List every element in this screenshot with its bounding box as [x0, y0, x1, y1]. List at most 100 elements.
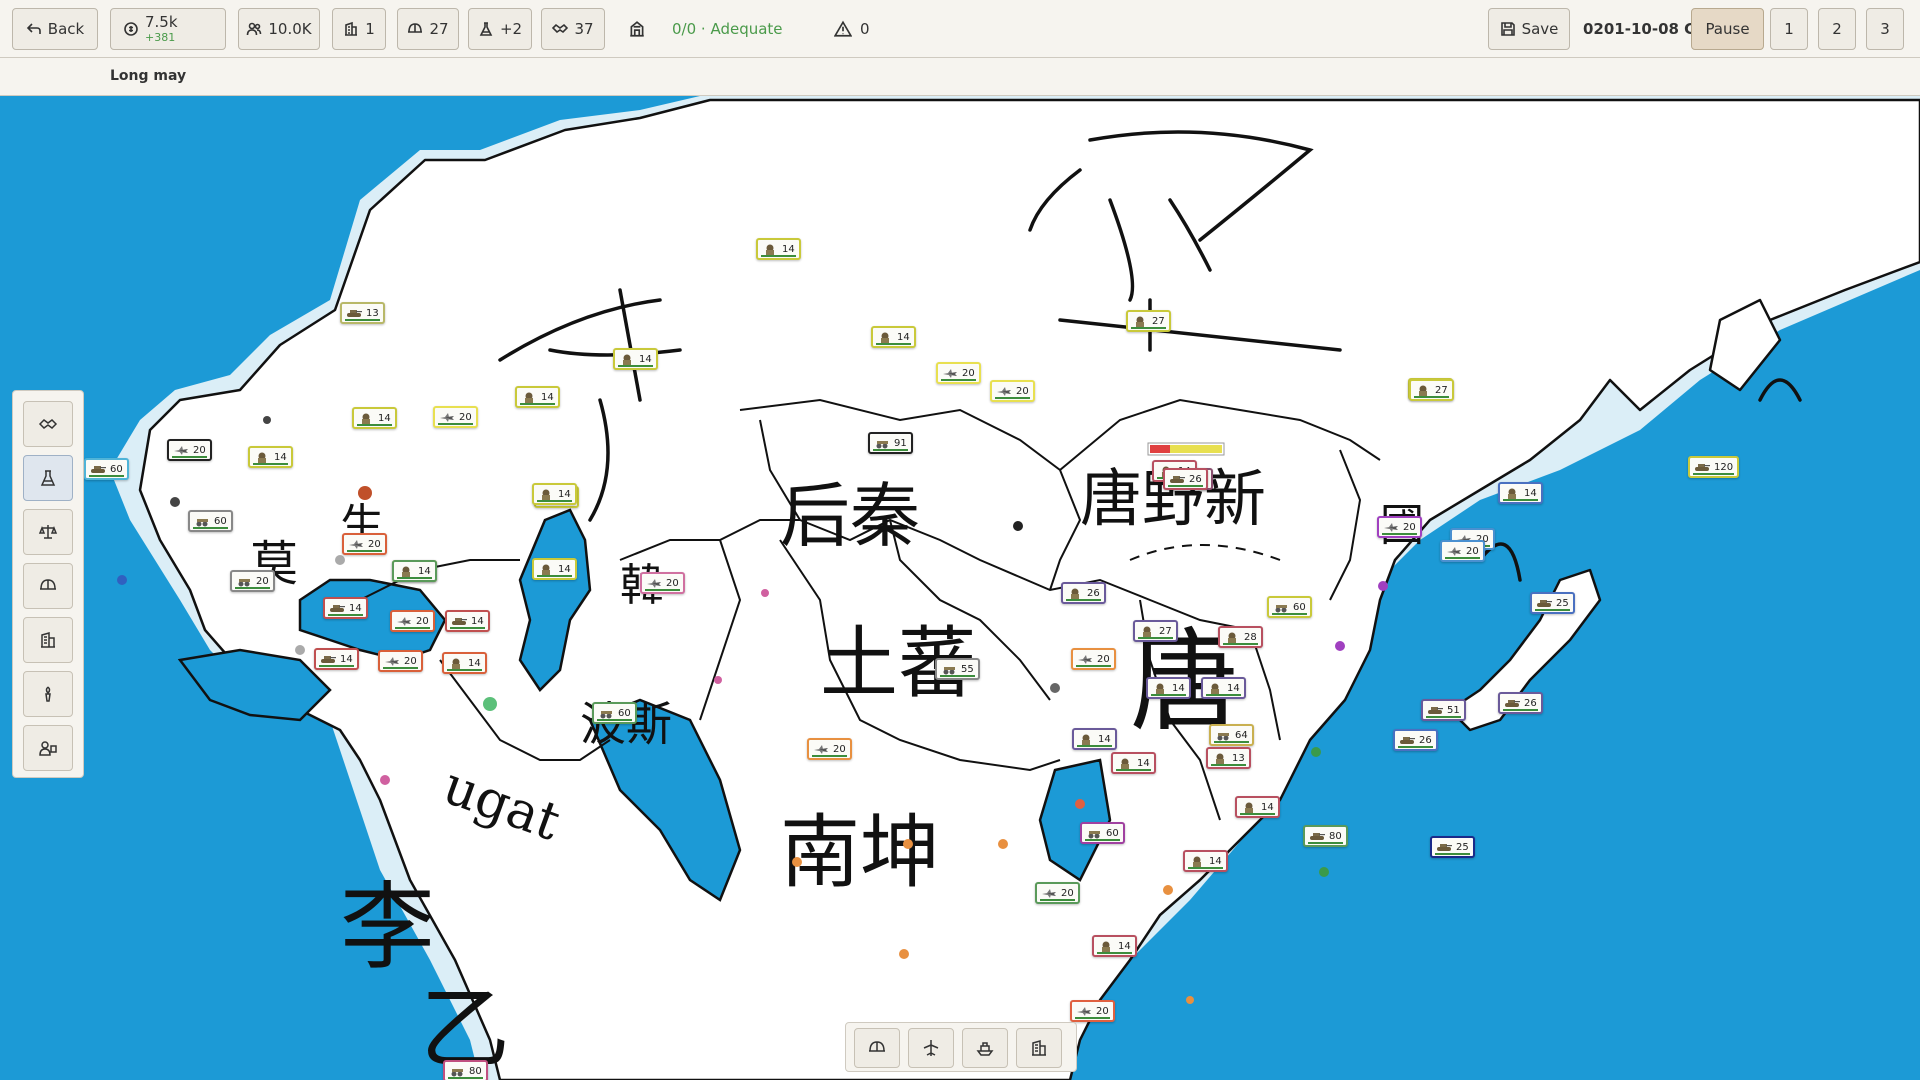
unit-marker-inf[interactable]: 27 [1409, 379, 1454, 401]
money-stat[interactable]: 7.5k +381 [110, 8, 226, 50]
unit-marker-tank[interactable]: 26 [1163, 468, 1208, 490]
pause-button[interactable]: Pause [1691, 8, 1764, 50]
inf-unit-icon [1152, 683, 1168, 694]
unit-marker-art[interactable]: 91 [868, 432, 913, 454]
unit-marker-plane[interactable]: 20 [342, 533, 387, 555]
unit-marker-tank[interactable]: 14 [323, 597, 368, 619]
unit-marker-inf[interactable]: 14 [1183, 850, 1228, 872]
unit-marker-inf[interactable]: 14 [352, 407, 397, 429]
unit-health-bar [1066, 599, 1101, 601]
unit-marker-inf[interactable]: 14 [756, 238, 801, 260]
research-button[interactable] [23, 455, 73, 501]
save-button[interactable]: Save [1488, 8, 1570, 50]
unit-health-bar [537, 500, 572, 502]
unit-marker-art[interactable]: 20 [230, 570, 275, 592]
unit-strength: 13 [366, 307, 379, 319]
unit-marker-inf[interactable]: 14 [515, 386, 560, 408]
speed-2-button[interactable]: 2 [1818, 8, 1856, 50]
unit-marker-art[interactable]: 55 [935, 658, 980, 680]
trade-button[interactable] [23, 509, 73, 555]
unit-marker-inf[interactable]: 14 [613, 348, 658, 370]
unit-marker-tank[interactable]: 13 [340, 302, 385, 324]
unit-marker-art[interactable]: 60 [1080, 822, 1125, 844]
military-button[interactable] [23, 563, 73, 609]
speed-3-button[interactable]: 3 [1866, 8, 1904, 50]
unit-marker-art[interactable]: 80 [443, 1060, 488, 1080]
unit-marker-tank[interactable]: 51 [1421, 699, 1466, 721]
unit-marker-inf[interactable]: 13 [1206, 747, 1251, 769]
unit-health-bar [1097, 952, 1132, 954]
unit-marker-inf[interactable]: 14 [442, 652, 487, 674]
unit-marker-tank[interactable]: 26 [1393, 729, 1438, 751]
unit-marker-plane[interactable]: 20 [378, 650, 423, 672]
culture-button[interactable] [23, 671, 73, 717]
unit-marker-inf[interactable]: 14 [1072, 728, 1117, 750]
buildings-button[interactable] [23, 617, 73, 663]
unit-strength: 20 [368, 538, 381, 550]
unit-marker-plane[interactable]: 20 [1377, 516, 1422, 538]
unit-marker-inf[interactable]: 26 [1061, 582, 1106, 604]
buildings-stat[interactable]: 1 [332, 8, 386, 50]
helmet-icon [869, 1041, 885, 1052]
unit-marker-plane[interactable]: 20 [1071, 648, 1116, 670]
unit-marker-inf[interactable]: 14 [1498, 482, 1543, 504]
unit-marker-art[interactable]: 60 [592, 702, 637, 724]
unit-marker-plane[interactable]: 20 [807, 738, 852, 760]
unit-strength: 25 [1556, 597, 1569, 609]
unit-marker-tank[interactable]: 80 [1303, 825, 1348, 847]
unit-health-bar [1445, 557, 1480, 559]
unit-marker-inf[interactable]: 27 [1133, 620, 1178, 642]
unit-marker-tank[interactable]: 14 [314, 648, 359, 670]
map-canvas[interactable]: 后秦 唐野新 土蕃 南坤 唐 李 乙 ugat 波斯 韓 國 生 莫 [0, 96, 1920, 1080]
food-status[interactable]: 0/0 · Adequate [628, 0, 783, 58]
unit-marker-tank[interactable]: 26 [1498, 692, 1543, 714]
unit-marker-inf[interactable]: 14 [1235, 796, 1280, 818]
unit-marker-inf[interactable]: 14 [1111, 752, 1156, 774]
back-button[interactable]: Back [12, 8, 98, 50]
unit-marker-plane[interactable]: 20 [1070, 1000, 1115, 1022]
unit-marker-tank[interactable]: 25 [1530, 592, 1575, 614]
unit-marker-inf[interactable]: 28 [1218, 626, 1263, 648]
diplomacy-button[interactable] [23, 401, 73, 447]
speed-1-button[interactable]: 1 [1770, 8, 1808, 50]
unit-marker-art[interactable]: 60 [1267, 596, 1312, 618]
air-units-button[interactable] [908, 1028, 954, 1068]
unit-marker-plane[interactable]: 20 [433, 406, 478, 428]
army-units-button[interactable] [854, 1028, 900, 1068]
alerts-stat[interactable]: 0 [834, 0, 870, 58]
structures-button[interactable] [1016, 1028, 1062, 1068]
leader-button[interactable] [23, 725, 73, 771]
unit-marker-inf[interactable]: 14 [392, 560, 437, 582]
unit-marker-tank[interactable]: 60 [84, 458, 129, 480]
unit-marker-tank[interactable]: 25 [1430, 836, 1475, 858]
unit-marker-plane[interactable]: 20 [640, 572, 685, 594]
population-stat[interactable]: 10.0K [238, 8, 320, 50]
unit-marker-plane[interactable]: 20 [936, 362, 981, 384]
unit-marker-plane[interactable]: 20 [167, 439, 212, 461]
unit-marker-plane[interactable]: 20 [990, 380, 1035, 402]
unit-marker-art[interactable]: 60 [188, 510, 233, 532]
unit-marker-tank[interactable]: 14 [445, 610, 490, 632]
unit-marker-inf[interactable]: 27 [1126, 310, 1171, 332]
unit-marker-tank[interactable]: 120 [1688, 456, 1740, 478]
unit-strength: 60 [214, 515, 227, 527]
unit-marker-inf[interactable]: 14 [871, 326, 916, 348]
unit-marker-inf[interactable]: 14 [532, 558, 577, 580]
unit-marker-plane[interactable]: 20 [390, 610, 435, 632]
world-map[interactable]: 后秦 唐野新 土蕃 南坤 唐 李 乙 ugat 波斯 韓 國 生 莫 [0, 96, 1920, 1080]
unit-marker-inf[interactable]: 14 [1092, 935, 1137, 957]
inf-unit-icon [1098, 941, 1114, 952]
armies-stat[interactable]: 27 [397, 8, 459, 50]
unit-marker-plane[interactable]: 20 [1440, 540, 1485, 562]
unit-marker-inf[interactable]: 14 [1201, 677, 1246, 699]
unit-marker-inf[interactable]: 14 [248, 446, 293, 468]
unit-strength: 60 [1106, 827, 1119, 839]
unit-marker-plane[interactable]: 20 [1035, 882, 1080, 904]
unit-marker-inf[interactable]: 14 [532, 483, 577, 505]
research-stat[interactable]: +2 [468, 8, 532, 50]
naval-units-button[interactable] [962, 1028, 1008, 1068]
units-stat[interactable]: 37 [541, 8, 605, 50]
art-unit-icon [236, 576, 252, 587]
unit-marker-inf[interactable]: 14 [1146, 677, 1191, 699]
unit-marker-art[interactable]: 64 [1209, 724, 1254, 746]
